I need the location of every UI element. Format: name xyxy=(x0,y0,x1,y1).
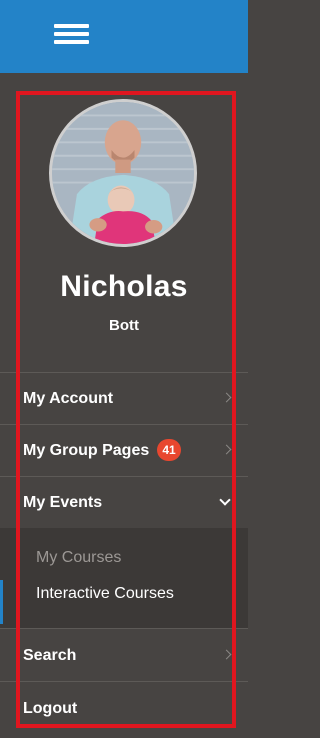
submenu-item-interactive-courses[interactable]: Interactive Courses xyxy=(36,585,174,603)
active-indicator xyxy=(0,580,3,624)
menu-item-label: My Account xyxy=(23,390,114,407)
notification-badge: 41 xyxy=(157,439,181,461)
submenu-item-my-courses[interactable]: My Courses xyxy=(36,549,121,567)
menu-item-my-group-pages[interactable]: My Group Pages 41 xyxy=(0,425,248,477)
menu-item-label: Search xyxy=(23,647,77,664)
hamburger-icon[interactable] xyxy=(54,24,89,45)
avatar xyxy=(49,99,197,247)
chevron-right-icon xyxy=(221,392,232,403)
top-bar xyxy=(0,0,248,73)
menu-item-my-account[interactable]: My Account xyxy=(0,373,248,425)
menu-item-label: My Group Pages xyxy=(23,442,150,459)
chevron-right-icon xyxy=(221,444,232,455)
divider xyxy=(0,681,248,682)
divider xyxy=(0,628,248,629)
chevron-down-icon xyxy=(219,494,231,506)
menu-item-my-events[interactable]: My Events xyxy=(0,477,248,529)
menu-item-label: My Events xyxy=(23,494,103,511)
chevron-right-icon xyxy=(221,649,232,660)
menu-item-search[interactable]: Search xyxy=(0,630,248,682)
menu-item-logout[interactable]: Logout xyxy=(0,683,248,735)
profile-last-name: Bott xyxy=(109,317,139,334)
menu-item-label: Logout xyxy=(23,700,78,717)
my-events-submenu: My Courses Interactive Courses xyxy=(0,528,248,628)
profile-first-name: Nicholas xyxy=(60,270,188,303)
